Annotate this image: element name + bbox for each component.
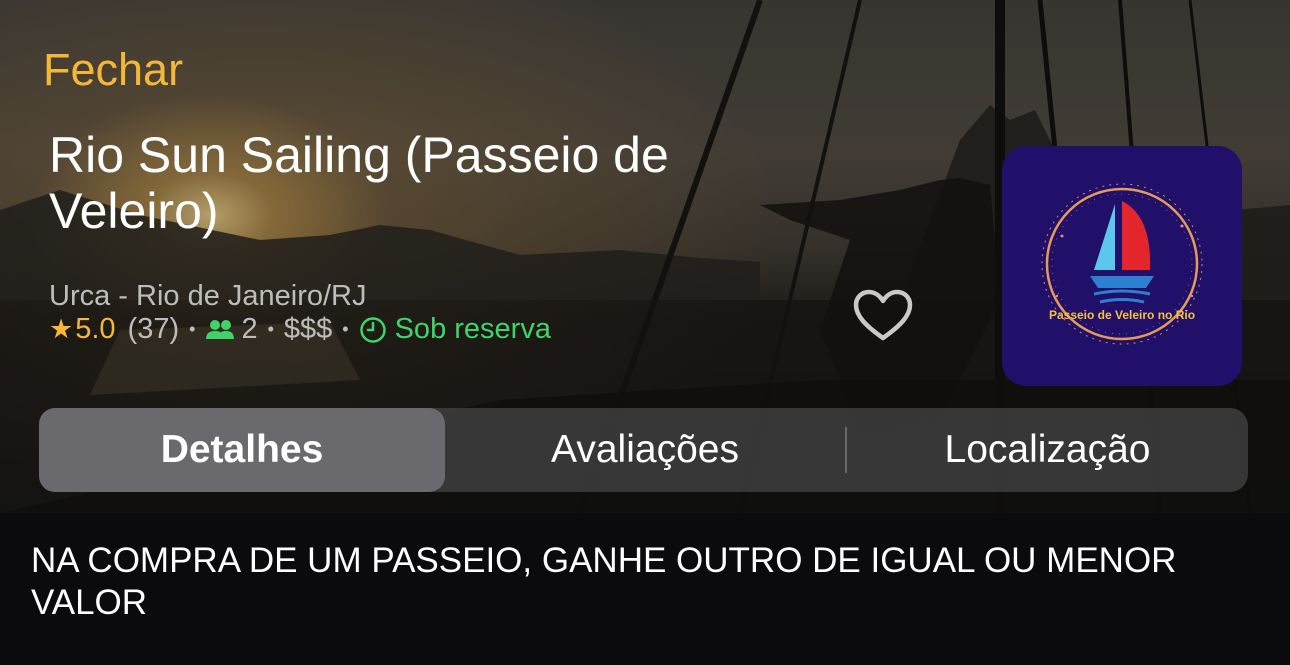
logo-text: Passeio de Veleiro no Rio: [1048, 308, 1196, 322]
price-level: $$$: [283, 313, 333, 345]
rating-value: 5.0: [75, 313, 116, 345]
close-button[interactable]: Fechar: [43, 44, 183, 96]
promo-text: NA COMPRA DE UM PASSEIO, GANHE OUTRO DE …: [31, 541, 1177, 622]
tab-divider: [845, 427, 847, 473]
tab-localizacao[interactable]: Localização: [847, 408, 1248, 492]
clock-icon: [359, 316, 387, 344]
location-label: Urca - Rio de Janeiro/RJ: [49, 280, 367, 312]
availability-status: Sob reserva: [394, 313, 551, 345]
tab-detalhes[interactable]: Detalhes: [39, 408, 445, 492]
people-icon: [205, 319, 235, 341]
separator-dot: •: [342, 319, 349, 339]
tab-bar: Detalhes Avaliações Localização: [39, 408, 1248, 492]
separator-dot: •: [189, 319, 196, 339]
reviews-count: (37): [127, 313, 180, 345]
listing-meta: ★ 5.0 (37) • 2 • $$$ • Sob reserva: [49, 313, 551, 346]
heart-outline-icon: [853, 289, 913, 341]
sailboat-logo-icon: [1041, 183, 1203, 345]
listing-logo: Passeio de Veleiro no Rio: [1002, 146, 1242, 386]
page-title: Rio Sun Sailing (Passeio de Veleiro): [49, 127, 669, 239]
people-count: 2: [241, 313, 258, 345]
favorite-button[interactable]: [852, 288, 914, 344]
star-icon: ★: [49, 314, 74, 344]
separator-dot: •: [267, 319, 274, 339]
tab-avaliacoes[interactable]: Avaliações: [445, 408, 845, 492]
